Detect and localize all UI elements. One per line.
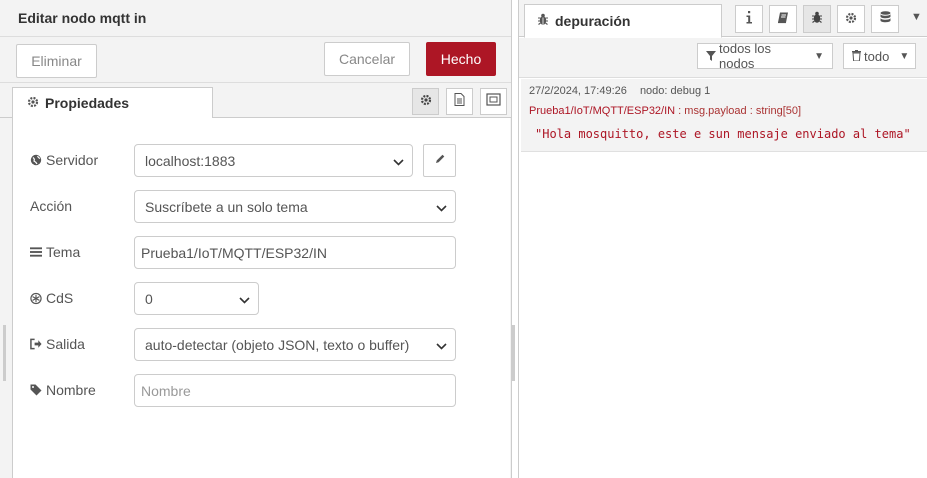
filter-icon xyxy=(706,49,716,64)
chevron-down-icon: ▼ xyxy=(899,50,910,62)
output-select[interactable]: auto-detectar (objeto JSON, texto o buff… xyxy=(134,328,456,361)
name-label: Nombre xyxy=(30,382,96,398)
book-icon xyxy=(777,12,789,27)
tab-properties[interactable]: Propiedades xyxy=(12,87,213,119)
topic-input[interactable]: Prueba1/IoT/MQTT/ESP32/IN xyxy=(134,236,456,269)
chevron-down-icon xyxy=(436,199,447,215)
debug-filter-bar: todos los nodos ▼ todo ▼ xyxy=(519,38,927,78)
edit-tray: Editar nodo mqtt in Eliminar Cancelar He… xyxy=(0,0,512,478)
qos-icon xyxy=(30,292,42,305)
topic-label-text: Tema xyxy=(46,244,81,260)
chevron-down-icon: ▼ xyxy=(911,11,922,23)
sidebar-menu-caret[interactable]: ▼ xyxy=(911,11,922,23)
cancel-button[interactable]: Cancelar xyxy=(324,42,410,76)
node-red-app: Editar nodo mqtt in Eliminar Cancelar He… xyxy=(0,0,927,478)
list-icon xyxy=(30,247,42,257)
server-label-text: Servidor xyxy=(46,152,99,168)
tab-debug-label: depuración xyxy=(555,13,631,29)
bug-icon xyxy=(811,11,823,27)
action-label-text: Acción xyxy=(30,198,73,214)
chevron-down-icon: ▼ xyxy=(814,50,824,62)
debug-message[interactable]: 27/2/2024, 17:49:26 nodo: debug 1 Prueba… xyxy=(521,79,927,152)
left-resize-handle[interactable] xyxy=(3,325,6,381)
action-value: Suscríbete a un solo tema xyxy=(145,198,308,215)
tag-icon xyxy=(30,384,42,396)
debug-message-topic-text: Prueba1/IoT/MQTT/ESP32/IN xyxy=(529,105,676,117)
server-label: Servidor xyxy=(30,152,98,168)
trash-icon xyxy=(852,49,861,64)
debug-sidebar: depuración ▼ todos los nodos ▼ todo ▼ 27… xyxy=(518,0,927,478)
tab-properties-label: Propiedades xyxy=(45,95,130,111)
debug-message-property: : msg.payload : string[50] xyxy=(675,105,802,117)
tab-appearance[interactable] xyxy=(480,88,507,115)
qos-label: CdS xyxy=(30,290,73,306)
debug-message-meta: 27/2/2024, 17:49:26 nodo: debug 1 xyxy=(529,85,710,97)
output-value: auto-detectar (objeto JSON, texto o buff… xyxy=(145,336,410,353)
action-select[interactable]: Suscríbete a un solo tema xyxy=(134,190,456,223)
tray-toolbar: Eliminar Cancelar Hecho xyxy=(0,37,511,83)
name-input[interactable]: Nombre xyxy=(134,374,456,407)
debug-message-timestamp: 27/2/2024, 17:49:26 xyxy=(529,85,627,97)
debug-tab-button[interactable] xyxy=(803,5,831,33)
topic-label: Tema xyxy=(30,244,80,260)
action-label: Acción xyxy=(30,198,72,214)
debug-message-topic: Prueba1/IoT/MQTT/ESP32/IN : msg.payload … xyxy=(529,105,801,117)
clear-messages-button[interactable]: todo ▼ xyxy=(843,43,916,69)
gear-icon xyxy=(420,93,432,111)
database-icon xyxy=(880,11,891,27)
debug-message-node[interactable]: nodo: debug 1 xyxy=(640,85,710,97)
filter-nodes-label: todos los nodos xyxy=(719,41,772,71)
qos-label-text: CdS xyxy=(46,290,74,306)
tab-settings[interactable] xyxy=(412,88,439,115)
globe-icon xyxy=(30,154,42,166)
document-icon xyxy=(454,92,465,111)
sidebar-resize-handle[interactable] xyxy=(512,325,515,381)
tray-title: Editar nodo mqtt in xyxy=(18,10,147,26)
edit-server-button[interactable] xyxy=(423,144,456,177)
name-label-text: Nombre xyxy=(46,382,96,398)
tray-header: Editar nodo mqtt in xyxy=(0,0,511,37)
clear-messages-label: todo xyxy=(864,48,890,64)
tab-description[interactable] xyxy=(446,88,473,115)
server-value: localhost:1883 xyxy=(145,152,236,169)
server-select[interactable]: localhost:1883 xyxy=(134,144,413,177)
chevron-down-icon xyxy=(436,337,447,353)
qos-value: 0 xyxy=(145,290,153,307)
done-button[interactable]: Hecho xyxy=(426,42,496,76)
gear-icon xyxy=(27,95,39,111)
filter-nodes-button[interactable]: todos los nodos ▼ xyxy=(697,41,833,71)
pencil-icon xyxy=(434,152,446,170)
name-placeholder: Nombre xyxy=(141,382,191,399)
output-label: Salida xyxy=(30,336,85,352)
tab-debug[interactable]: depuración xyxy=(524,4,722,38)
frame-icon xyxy=(486,92,501,111)
bug-icon xyxy=(537,13,549,29)
tray-tabs: Propiedades xyxy=(0,84,511,119)
info-tab-button[interactable] xyxy=(735,5,763,33)
context-tab-button[interactable] xyxy=(871,5,899,33)
info-icon xyxy=(746,11,752,27)
gear-icon xyxy=(845,12,857,27)
qos-select[interactable]: 0 xyxy=(134,282,259,315)
config-tab-button[interactable] xyxy=(837,5,865,33)
sidebar-header: depuración ▼ xyxy=(519,0,927,38)
sign-out-icon xyxy=(30,338,42,350)
help-tab-button[interactable] xyxy=(769,5,797,33)
delete-button[interactable]: Eliminar xyxy=(16,44,97,78)
chevron-down-icon xyxy=(393,153,404,169)
chevron-down-icon xyxy=(239,291,250,307)
debug-message-payload[interactable]: "Hola mosquitto, este e sun mensaje envi… xyxy=(535,127,911,141)
output-label-text: Salida xyxy=(46,336,85,352)
